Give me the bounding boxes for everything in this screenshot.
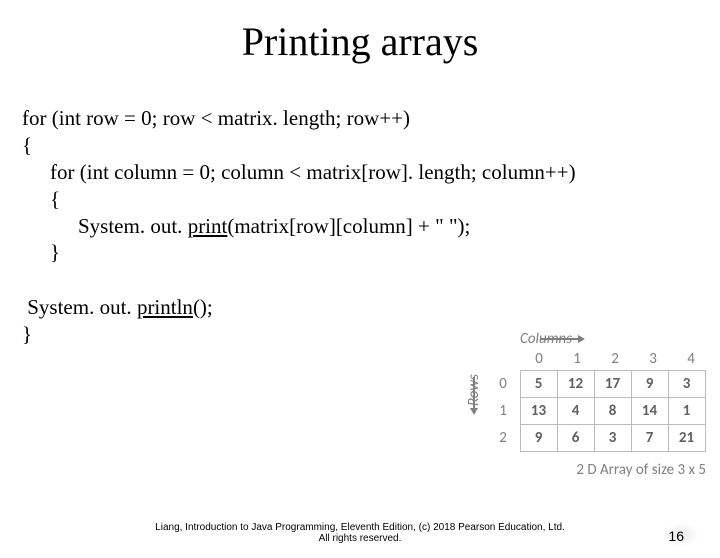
code-line: for (int row = 0; row < matrix. length; … bbox=[22, 105, 720, 132]
col-index: 4 bbox=[672, 348, 710, 370]
diagram-caption: 2 D Array of size 3 x 5 bbox=[462, 461, 706, 479]
cell: 8 bbox=[594, 397, 632, 425]
code-block: for (int row = 0; row < matrix. length; … bbox=[22, 105, 720, 348]
footer-line: Liang, Introduction to Java Programming,… bbox=[0, 522, 720, 533]
cell: 9 bbox=[631, 370, 669, 398]
col-index: 2 bbox=[596, 348, 634, 370]
row-index: 2 bbox=[486, 424, 520, 451]
row-index: 1 bbox=[486, 397, 520, 424]
cell: 12 bbox=[557, 370, 595, 398]
cell: 7 bbox=[631, 424, 669, 452]
cell: 21 bbox=[668, 424, 706, 452]
code-text: (); bbox=[193, 295, 213, 319]
code-text: System. out. bbox=[78, 214, 188, 238]
code-line: } bbox=[22, 239, 720, 266]
code-text: print bbox=[188, 214, 228, 238]
col-index: 3 bbox=[634, 348, 672, 370]
footer: Liang, Introduction to Java Programming,… bbox=[0, 522, 720, 544]
cell: 6 bbox=[557, 424, 595, 452]
cell: 1 bbox=[668, 397, 706, 425]
arrow-right-icon bbox=[578, 335, 585, 343]
table-row: 0 5 12 17 9 3 bbox=[486, 370, 710, 397]
col-index: 1 bbox=[558, 348, 596, 370]
code-text: System. out. bbox=[22, 295, 137, 319]
cell: 4 bbox=[557, 397, 595, 425]
arrow-down-icon bbox=[470, 408, 478, 415]
code-line: { bbox=[22, 132, 720, 159]
code-line: System. out. println(); bbox=[22, 294, 720, 321]
cell: 17 bbox=[594, 370, 632, 398]
code-line: for (int column = 0; column < matrix[row… bbox=[22, 159, 720, 186]
cell: 9 bbox=[520, 424, 558, 452]
col-index: 0 bbox=[520, 348, 558, 370]
code-line: System. out. print(matrix[row][column] +… bbox=[22, 213, 720, 240]
array-diagram: Columns Rows 0 1 2 3 4 0 5 12 17 9 3 bbox=[462, 330, 712, 479]
cell: 14 bbox=[631, 397, 669, 425]
cell: 3 bbox=[594, 424, 632, 452]
code-text: println bbox=[137, 295, 193, 319]
footer-line: All rights reserved. bbox=[0, 533, 720, 544]
table-row: 1 13 4 8 14 1 bbox=[486, 397, 710, 424]
cell: 3 bbox=[668, 370, 706, 398]
code-text: (matrix[row][column] + " "); bbox=[227, 214, 470, 238]
code-line: { bbox=[22, 186, 720, 213]
cell: 5 bbox=[520, 370, 558, 398]
page-number: 16 bbox=[668, 528, 684, 544]
cell: 13 bbox=[520, 397, 558, 425]
row-index: 0 bbox=[486, 370, 520, 397]
page-title: Printing arrays bbox=[0, 18, 720, 65]
table-row: 2 9 6 3 7 21 bbox=[486, 424, 710, 451]
